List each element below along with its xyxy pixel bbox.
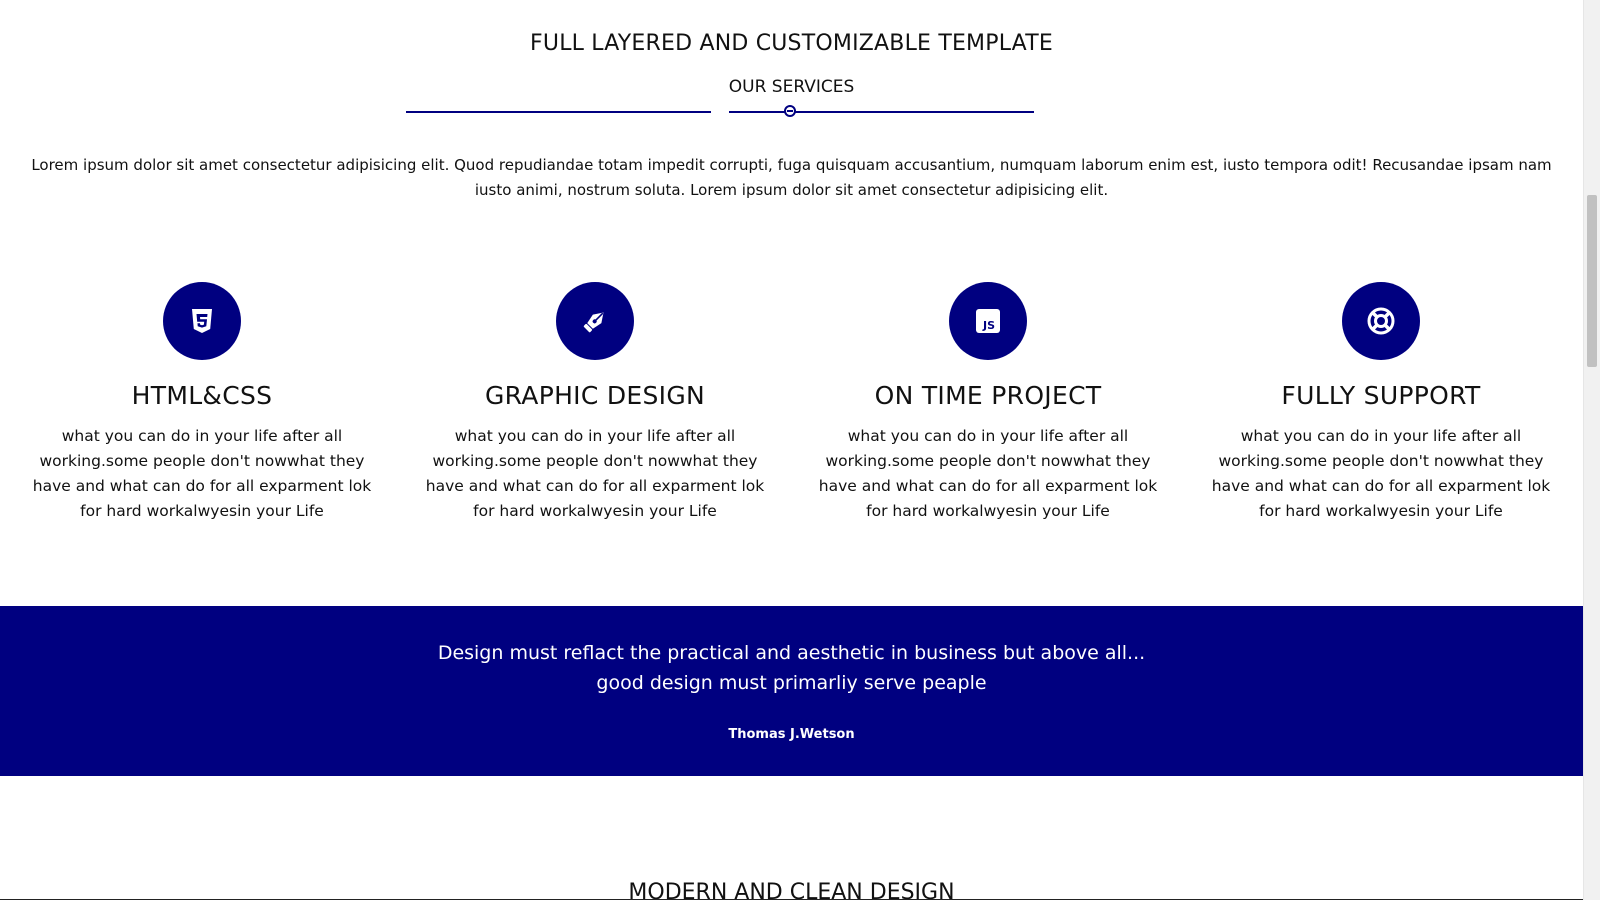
divider-dot-icon (784, 105, 796, 117)
quote-text: Design must reflact the practical and ae… (0, 638, 1583, 698)
js-icon: JS (976, 309, 1000, 333)
service-icon-circle (556, 282, 634, 360)
service-description: what you can do in your life after all w… (1211, 427, 1551, 520)
service-title: ON TIME PROJECT (874, 381, 1102, 410)
divider-right-line (729, 111, 1034, 113)
divider-left-line (406, 111, 711, 113)
service-icon-circle: JS (949, 282, 1027, 360)
quote-line-2: good design must primarliy serve peaple (596, 672, 987, 694)
service-icon-circle (1342, 282, 1420, 360)
css3-icon (192, 309, 212, 333)
section-title: FULL LAYERED AND CUSTOMIZABLE TEMPLATE (530, 31, 1053, 56)
service-icon-circle (163, 282, 241, 360)
page: FULL LAYERED AND CUSTOMIZABLE TEMPLATE O… (0, 0, 1583, 900)
quote-author: Thomas J.Wetson (728, 727, 855, 742)
next-section-title: MODERN AND CLEAN DESIGN (628, 880, 955, 900)
service-title: GRAPHIC DESIGN (484, 381, 706, 410)
service-description: what you can do in your life after all w… (425, 427, 765, 520)
intro-paragraph: Lorem ipsum dolor sit amet consectetur a… (31, 156, 1552, 199)
svg-text:JS: JS (982, 319, 995, 332)
life-ring-icon (1367, 307, 1395, 335)
pen-nib-icon (583, 312, 604, 333)
service-card-html-css: HTML&CSS what you can do in your life af… (22, 282, 382, 524)
section-subtitle: OUR SERVICES (728, 77, 855, 97)
service-title: HTML&CSS (131, 381, 273, 410)
quote-band: Design must reflact the practical and ae… (0, 606, 1583, 776)
service-description: what you can do in your life after all w… (818, 427, 1158, 520)
service-card-fully-support: FULLY SUPPORT what you can do in your li… (1201, 282, 1561, 524)
service-description: what you can do in your life after all w… (32, 427, 372, 520)
quote-line-1: Design must reflact the practical and ae… (437, 642, 1146, 664)
service-title: FULLY SUPPORT (1281, 381, 1481, 410)
service-card-graphic-design: GRAPHIC DESIGN what you can do in your l… (415, 282, 775, 524)
scrollbar-thumb[interactable] (1587, 195, 1597, 367)
vertical-scrollbar[interactable] (1583, 0, 1600, 900)
service-card-on-time-project: JS ON TIME PROJECT what you can do in yo… (808, 282, 1168, 524)
